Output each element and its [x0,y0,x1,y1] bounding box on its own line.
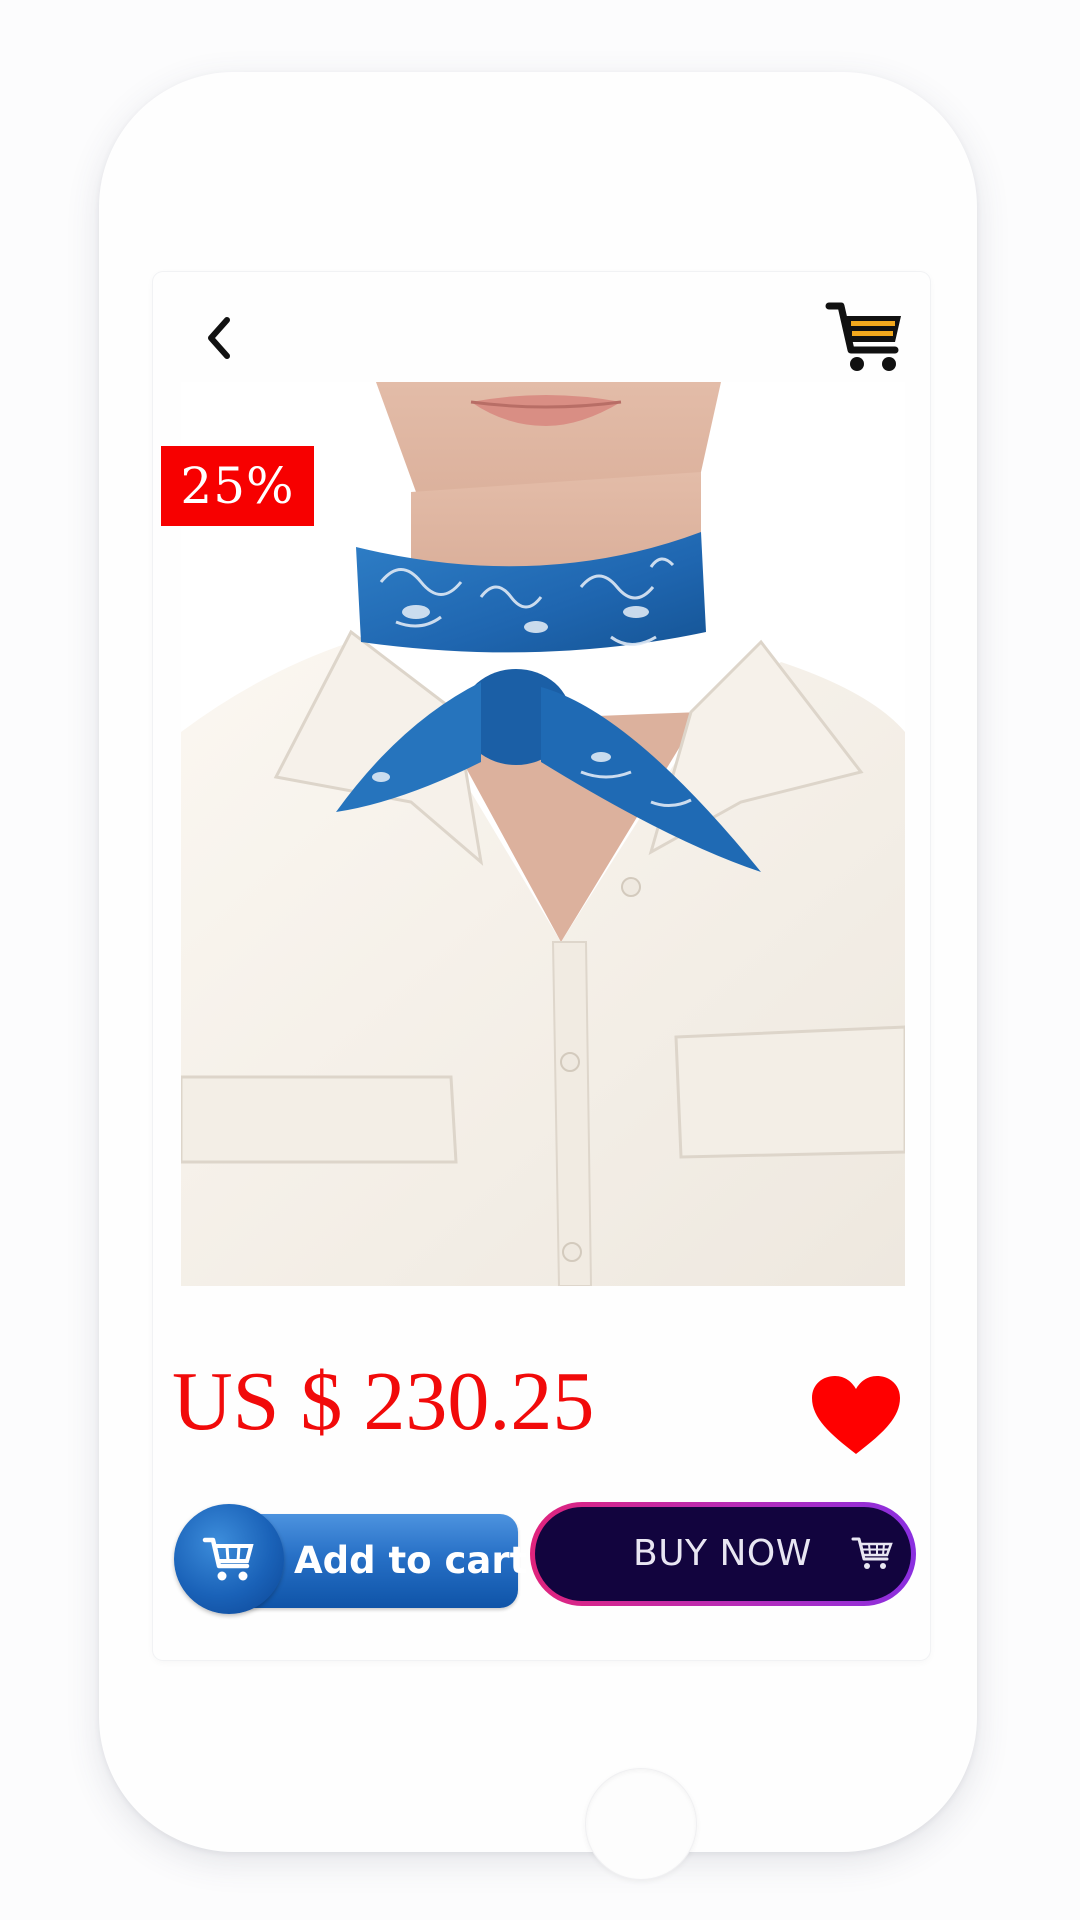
heart-icon [812,1376,900,1454]
buy-now-inner: BUY NOW [535,1507,911,1601]
cart-icon [202,1537,254,1581]
cart-icon [851,1537,893,1569]
add-to-cart-icon-circle [174,1504,284,1614]
shopping-cart-icon [825,302,901,371]
discount-badge: 25% [161,446,314,526]
add-to-cart-label: Add to cart [294,1539,528,1582]
add-to-cart-button[interactable]: Add to cart [174,1504,527,1614]
back-button[interactable] [194,310,244,366]
favorite-button[interactable] [810,1374,902,1458]
cart-button[interactable] [825,300,905,374]
buy-now-button[interactable]: BUY NOW [530,1502,916,1606]
product-price: US $ 230.25 [172,1355,595,1448]
chevron-left-icon [208,317,230,359]
buy-now-label: BUY NOW [633,1533,812,1574]
home-button[interactable] [585,1768,697,1880]
